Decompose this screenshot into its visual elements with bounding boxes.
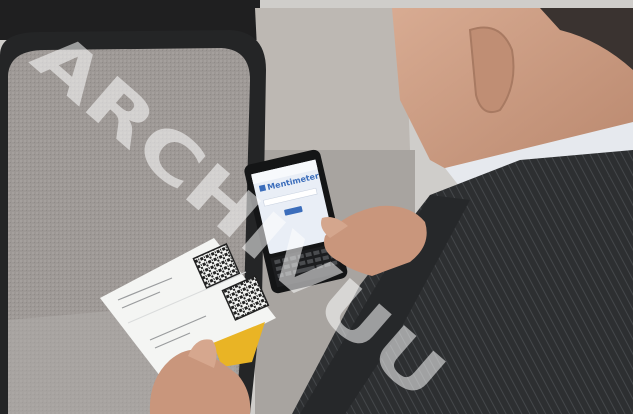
man-ear xyxy=(468,26,515,114)
photo-scene: Mentimeter ARCHIVUU xyxy=(0,0,633,414)
photo-canvas: Mentimeter ARCHIVUU xyxy=(0,0,633,414)
rear-chair-back xyxy=(255,8,410,175)
